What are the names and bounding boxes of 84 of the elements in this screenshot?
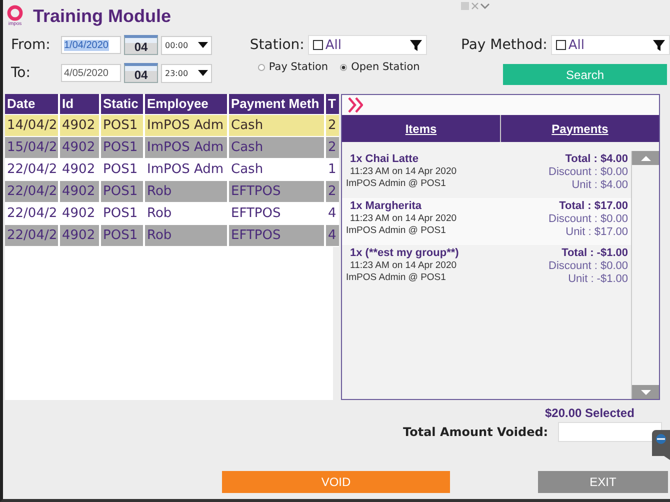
table-cell[interactable]: EFTPOS: [229, 225, 324, 247]
item-discount: Discount : $0.00: [548, 166, 628, 178]
column-header[interactable]: Id: [60, 94, 99, 115]
table-cell[interactable]: 15/04/2: [5, 137, 58, 159]
item-total: Total : $17.00: [559, 200, 628, 212]
voided-label: Total Amount Voided:: [403, 425, 548, 439]
filter-icon: [410, 40, 422, 50]
tab[interactable]: Items: [342, 115, 500, 142]
table-cell[interactable]: 4902: [60, 115, 99, 137]
time-dropdown[interactable]: 23:00: [161, 64, 212, 82]
window-controls-icon[interactable]: [461, 1, 490, 11]
caret-icon: [198, 42, 208, 48]
table-cell[interactable]: ImPOS Adm: [145, 115, 227, 137]
tab[interactable]: Payments: [500, 115, 659, 142]
table-cell[interactable]: Rob: [145, 225, 227, 247]
table-cell[interactable]: 22/04/2: [5, 181, 58, 203]
table-cell[interactable]: 2: [326, 137, 339, 159]
table-cell[interactable]: 1: [326, 159, 339, 181]
table-cell[interactable]: Rob: [145, 181, 227, 203]
station-label: Station:: [250, 37, 304, 53]
item-unit-price: Unit : -$1.00: [568, 273, 628, 285]
calendar-button[interactable]: 04: [124, 35, 158, 55]
column-header[interactable]: Employee: [145, 94, 227, 115]
column-header[interactable]: Payment Meth: [229, 94, 324, 115]
table-cell[interactable]: Cash: [229, 137, 324, 159]
table-cell[interactable]: 4902: [60, 181, 99, 203]
table-cell[interactable]: Cash: [229, 115, 324, 137]
table-cell[interactable]: 2: [326, 181, 339, 203]
table-cell[interactable]: 4902: [60, 225, 99, 247]
checkbox[interactable]: [556, 40, 566, 50]
table-cell[interactable]: POS1: [101, 181, 143, 203]
calendar-button[interactable]: 04: [124, 63, 158, 83]
item-total: Total : -$1.00: [562, 247, 628, 259]
logo-icon: [7, 5, 23, 21]
item-staff: ImPOS Admin @ POS1: [346, 178, 447, 189]
table-cell[interactable]: EFTPOS: [229, 181, 324, 203]
radio-option[interactable]: Open Station: [340, 61, 420, 73]
filter-dropdown[interactable]: All: [551, 35, 670, 55]
scroll-down-button[interactable]: [632, 385, 659, 399]
date-label: To:: [11, 65, 32, 81]
down-arrow-icon: [640, 390, 650, 394]
item-name: 1x Chai Latte: [349, 153, 420, 165]
date-field[interactable]: 1/04/2020: [61, 36, 121, 54]
chevrons-icon[interactable]: [348, 97, 363, 113]
side-tab-icon[interactable]: [652, 430, 670, 460]
selected-amount: $20.00 Selected: [545, 406, 634, 420]
table-cell[interactable]: 14/04/2: [5, 115, 58, 137]
radio-option[interactable]: Pay Station: [258, 61, 328, 73]
date-label: From:: [11, 37, 52, 53]
table-cell[interactable]: POS1: [101, 115, 143, 137]
pay-method-label: Pay Method:: [461, 37, 548, 53]
item-name: 1x Margherita: [349, 200, 423, 212]
table-cell[interactable]: POS1: [101, 137, 143, 159]
item-staff: ImPOS Admin @ POS1: [346, 225, 447, 236]
item-staff: ImPOS Admin @ POS1: [346, 272, 447, 283]
column-header[interactable]: T: [326, 94, 339, 115]
column-header[interactable]: Date: [5, 94, 58, 115]
time-dropdown[interactable]: 00:00: [161, 36, 212, 54]
item-time: 11:23 AM on 14 Apr 2020: [349, 213, 457, 224]
window-title: Training Module: [33, 6, 171, 26]
filter-icon: [653, 40, 665, 50]
filter-dropdown[interactable]: All: [308, 35, 428, 55]
item-unit-price: Unit : $4.00: [572, 179, 628, 191]
up-arrow-icon: [640, 156, 650, 160]
table-cell[interactable]: POS1: [101, 225, 143, 247]
voided-amount-field[interactable]: [558, 422, 662, 442]
item-name: 1x (**est my group**): [349, 247, 459, 259]
table-cell[interactable]: 22/04/2: [5, 225, 58, 247]
scroll-up-button[interactable]: [632, 151, 659, 165]
table-cell[interactable]: ImPOS Adm: [145, 137, 227, 159]
item-total: Total : $4.00: [565, 153, 628, 165]
table-cell[interactable]: 2: [326, 115, 339, 137]
item-discount: Discount : $0.00: [548, 260, 628, 272]
table-cell[interactable]: 4: [326, 225, 339, 247]
table-cell[interactable]: 4902: [60, 137, 99, 159]
checkbox[interactable]: [313, 40, 324, 50]
column-header[interactable]: Static: [101, 94, 143, 115]
item-time: 11:23 AM on 14 Apr 2020: [349, 166, 457, 177]
date-field[interactable]: 4/05/2020: [61, 64, 121, 82]
item-unit-price: Unit : $17.00: [566, 226, 628, 238]
item-time: 11:23 AM on 14 Apr 2020: [349, 260, 458, 271]
table-cell[interactable]: 4: [326, 203, 339, 225]
item-discount: Discount : $0.00: [548, 213, 628, 225]
caret-icon: [198, 70, 208, 76]
